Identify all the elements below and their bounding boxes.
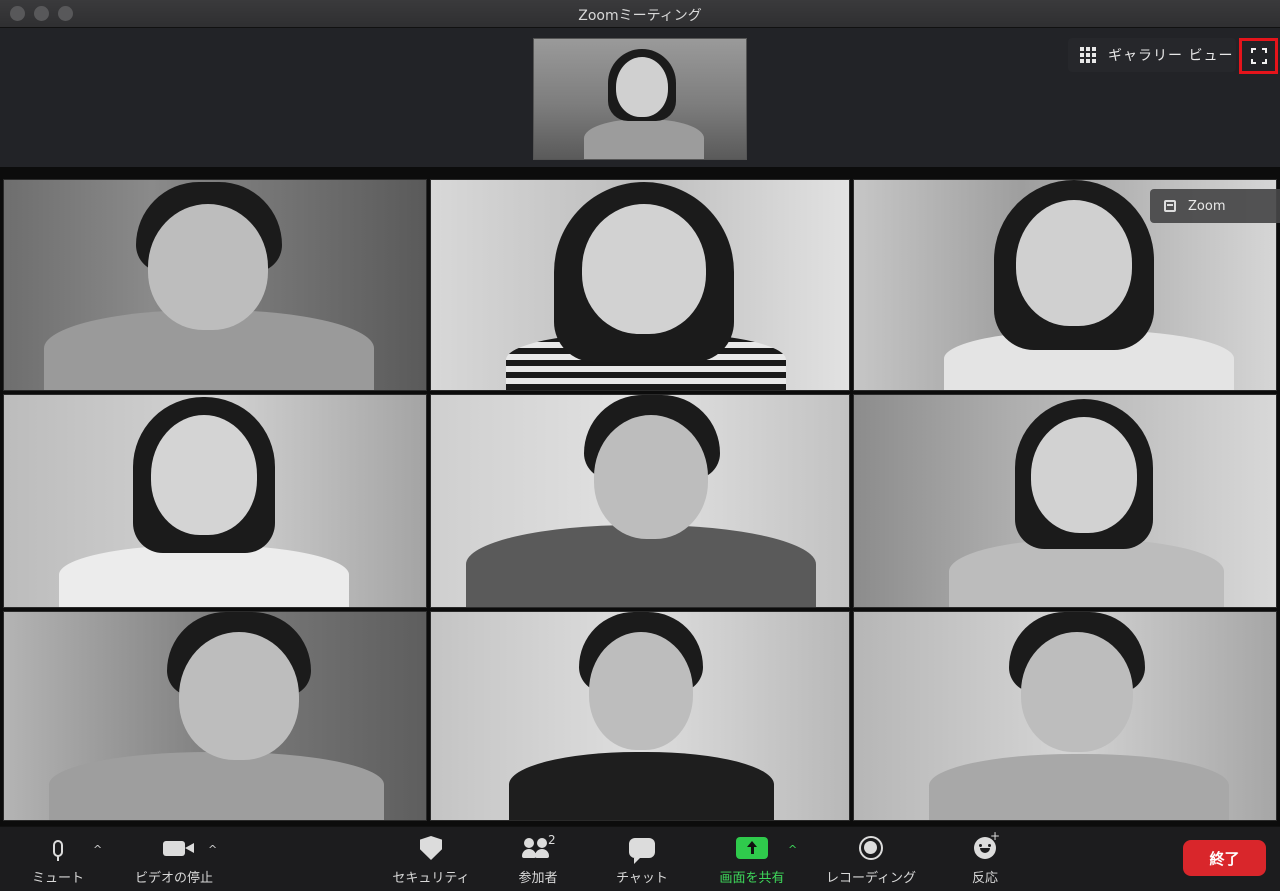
chat-button[interactable]: チャット — [606, 827, 678, 891]
participant-tile-8[interactable] — [430, 611, 850, 821]
reactions-button[interactable]: + 反応 — [955, 827, 1015, 891]
mute-label: ミュート — [31, 871, 84, 886]
end-meeting-button[interactable]: 終了 — [1183, 840, 1266, 876]
participant-tile-2[interactable] — [430, 179, 850, 391]
meeting-toolbar: ミュート ^ ビデオの停止 ^ セキュリティ 2 参加者 チャット 画面を共有 … — [0, 826, 1280, 891]
share-screen-button[interactable]: 画面を共有 — [706, 827, 798, 891]
zoom-window-badge[interactable]: Zoom — [1150, 189, 1280, 223]
title-bar: Zoomミーティング — [0, 0, 1280, 28]
active-speaker-thumbnail[interactable] — [533, 38, 747, 160]
participant-tile-7[interactable] — [3, 611, 427, 821]
participant-tile-4[interactable] — [3, 394, 427, 608]
participant-figure — [49, 612, 384, 820]
recording-button[interactable]: レコーディング — [814, 827, 928, 891]
security-button[interactable]: セキュリティ — [382, 827, 480, 891]
stop-video-button[interactable]: ビデオの停止 — [125, 827, 223, 891]
share-screen-label: 画面を共有 — [719, 871, 785, 886]
participants-icon: 2 — [516, 833, 560, 861]
stop-video-label: ビデオの停止 — [134, 871, 213, 886]
participant-figure — [509, 612, 774, 820]
share-screen-icon — [735, 835, 769, 861]
video-options-caret-icon[interactable]: ^ — [208, 843, 217, 856]
mute-button[interactable]: ミュート — [22, 827, 94, 891]
window-icon — [1164, 200, 1176, 212]
record-icon — [858, 835, 884, 861]
share-options-caret-icon[interactable]: ^ — [788, 843, 797, 856]
chat-label: チャット — [616, 871, 668, 886]
microphone-icon — [48, 835, 68, 861]
participant-figure — [506, 180, 786, 390]
zoom-badge-label: Zoom — [1188, 198, 1226, 214]
gallery-view-label: ギャラリー ビュー — [1108, 48, 1234, 64]
participants-count: 2 — [548, 833, 556, 847]
shield-icon — [419, 835, 443, 861]
participant-tile-5[interactable] — [430, 394, 850, 608]
top-strip: ギャラリー ビュー — [0, 28, 1280, 167]
video-camera-icon — [158, 835, 194, 861]
participant-figure — [44, 180, 374, 390]
fullscreen-button[interactable] — [1239, 38, 1278, 74]
participant-figure — [59, 395, 349, 607]
speaker-figure — [584, 47, 704, 159]
security-label: セキュリティ — [392, 871, 470, 886]
fullscreen-icon — [1250, 48, 1267, 64]
participant-tile-6[interactable] — [853, 394, 1277, 608]
video-gallery — [0, 167, 1280, 826]
participant-tile-1[interactable] — [3, 179, 427, 391]
window-title: Zoomミーティング — [578, 8, 702, 24]
participants-button[interactable]: 2 参加者 — [508, 827, 568, 891]
participant-figure — [949, 395, 1224, 607]
grid-icon — [1080, 47, 1096, 63]
participant-tile-9[interactable] — [853, 611, 1277, 821]
audio-options-caret-icon[interactable]: ^ — [93, 843, 102, 856]
chat-bubble-icon — [628, 835, 656, 864]
emoji-icon: + — [970, 829, 1000, 861]
gallery-view-button[interactable]: ギャラリー ビュー — [1068, 38, 1236, 72]
recording-label: レコーディング — [825, 871, 917, 886]
participant-figure — [466, 395, 816, 607]
participants-label: 参加者 — [518, 871, 558, 886]
participant-figure — [929, 612, 1229, 820]
add-reaction-icon: + — [990, 829, 1001, 843]
reactions-label: 反応 — [971, 871, 998, 886]
